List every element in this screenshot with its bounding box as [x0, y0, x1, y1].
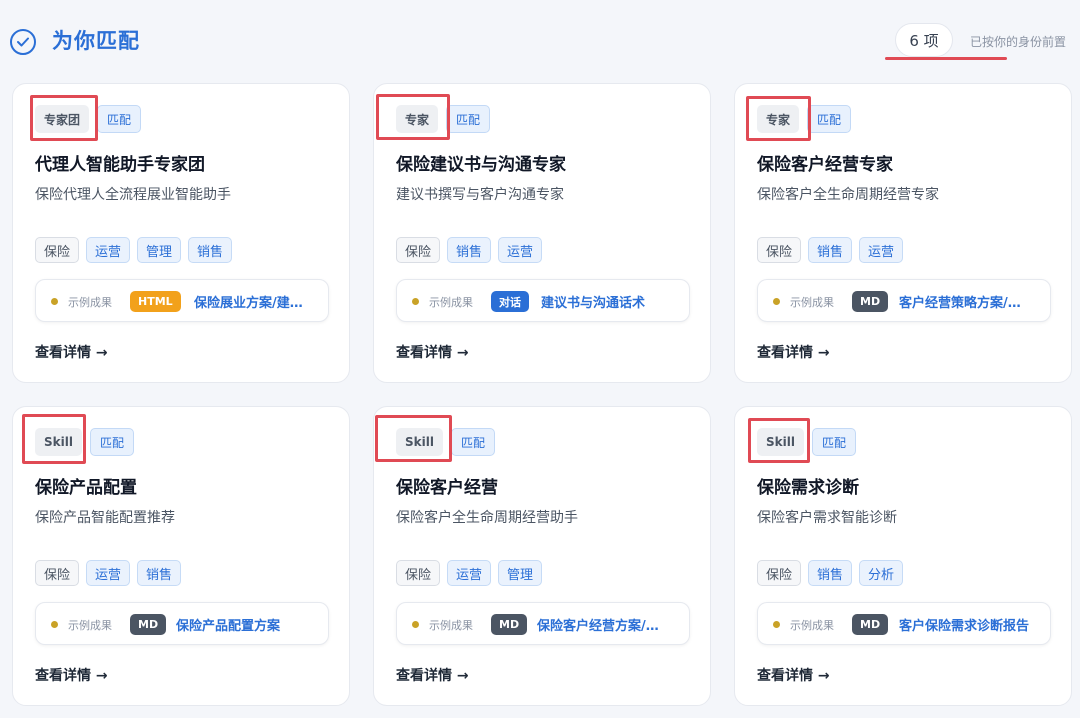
tag: 管理: [137, 237, 182, 263]
tag: 保险: [35, 237, 80, 263]
tag: 销售: [447, 237, 492, 263]
format-badge: MD: [852, 614, 889, 635]
status-dot-icon: [51, 298, 58, 305]
tag: 销售: [188, 237, 233, 263]
highlight-box: [748, 418, 810, 463]
result-count-badge: 6 项: [895, 23, 953, 57]
highlight-box: [376, 94, 450, 140]
agent-card[interactable]: Skill 匹配 保险需求诊断 保险客户需求智能诊断 保险 销售 分析 示例成果…: [734, 406, 1072, 706]
format-badge: MD: [491, 614, 528, 635]
card-title: 保险客户经营专家: [757, 155, 893, 175]
highlight-box: [746, 96, 811, 141]
example-link[interactable]: 客户经营策略方案/话术: [899, 292, 1029, 311]
highlight-box: [22, 414, 86, 464]
tag: 保险: [757, 560, 802, 586]
example-label: 示例成果: [68, 296, 112, 309]
example-output[interactable]: 示例成果 MD 保险客户经营方案/话术: [396, 602, 690, 645]
card-description: 建议书撰写与客户沟通专家: [396, 187, 564, 203]
match-badge: 匹配: [811, 428, 856, 456]
status-dot-icon: [412, 298, 419, 305]
agent-card[interactable]: 专家 匹配 保险建议书与沟通专家 建议书撰写与客户沟通专家 保险 销售 运营 示…: [373, 83, 711, 383]
format-badge: MD: [130, 614, 167, 635]
match-badge: 匹配: [446, 105, 491, 133]
example-link[interactable]: 客户保险需求诊断报告: [899, 615, 1029, 634]
view-details-link[interactable]: 查看详情 →: [396, 665, 469, 685]
status-dot-icon: [773, 298, 780, 305]
card-description: 保险代理人全流程展业智能助手: [35, 187, 231, 203]
format-badge: 对话: [491, 291, 529, 312]
tag: 保险: [35, 560, 80, 586]
card-description: 保险客户全生命周期经营助手: [396, 510, 578, 526]
view-details-link[interactable]: 查看详情 →: [757, 342, 830, 362]
tag: 销售: [808, 560, 853, 586]
format-badge: HTML: [130, 291, 181, 312]
tag: 销售: [137, 560, 182, 586]
card-description: 保险客户需求智能诊断: [757, 510, 897, 526]
example-link[interactable]: 保险客户经营方案/话术: [537, 615, 669, 634]
example-label: 示例成果: [429, 619, 473, 632]
status-dot-icon: [412, 621, 419, 628]
example-label: 示例成果: [68, 619, 112, 632]
highlight-box: [30, 95, 98, 141]
card-title: 代理人智能助手专家团: [35, 155, 205, 175]
view-details-link[interactable]: 查看详情 →: [396, 342, 469, 362]
view-details-link[interactable]: 查看详情 →: [35, 342, 108, 362]
status-dot-icon: [51, 621, 58, 628]
match-badge: 匹配: [97, 105, 142, 133]
tag: 保险: [396, 237, 441, 263]
card-title: 保险需求诊断: [757, 478, 859, 498]
example-output[interactable]: 示例成果 HTML 保险展业方案/建议书等: [35, 279, 329, 322]
agent-card[interactable]: Skill 匹配 保险客户经营 保险客户全生命周期经营助手 保险 运营 管理 示…: [373, 406, 711, 706]
match-badge: 匹配: [450, 428, 495, 456]
agent-card[interactable]: 专家团 匹配 代理人智能助手专家团 保险代理人全流程展业智能助手 保险 运营 管…: [12, 83, 350, 383]
tag: 分析: [859, 560, 904, 586]
card-description: 保险客户全生命周期经营专家: [757, 187, 939, 203]
card-description: 保险产品智能配置推荐: [35, 510, 175, 526]
tag: 运营: [86, 560, 131, 586]
sort-hint: 已按你的身份前置: [970, 35, 1067, 49]
card-title: 保险产品配置: [35, 478, 137, 498]
example-output[interactable]: 示例成果 对话 建议书与沟通话术: [396, 279, 690, 322]
example-link[interactable]: 保险产品配置方案: [176, 615, 316, 634]
example-link[interactable]: 保险展业方案/建议书等: [194, 292, 314, 311]
card-title: 保险建议书与沟通专家: [396, 155, 566, 175]
check-circle-icon: [10, 29, 36, 55]
highlight-box: [375, 415, 452, 462]
tag: 销售: [808, 237, 853, 263]
section-header: 为你匹配 6 项 已按你的身份前置: [0, 0, 1080, 80]
agent-card[interactable]: 专家 匹配 保险客户经营专家 保险客户全生命周期经营专家 保险 销售 运营 示例…: [734, 83, 1072, 383]
example-output[interactable]: 示例成果 MD 客户经营策略方案/话术: [757, 279, 1051, 322]
match-badge: 匹配: [807, 105, 852, 133]
view-details-link[interactable]: 查看详情 →: [35, 665, 108, 685]
tag: 保险: [396, 560, 441, 586]
example-link[interactable]: 建议书与沟通话术: [541, 292, 681, 311]
match-badge: 匹配: [89, 428, 134, 456]
tag: 运营: [498, 237, 543, 263]
tag: 运营: [86, 237, 131, 263]
page-title: 为你匹配: [52, 29, 140, 53]
tag: 运营: [447, 560, 492, 586]
example-label: 示例成果: [790, 296, 834, 309]
highlight-underline: [885, 57, 1007, 60]
agent-card[interactable]: Skill 匹配 保险产品配置 保险产品智能配置推荐 保险 运营 销售 示例成果…: [12, 406, 350, 706]
view-details-link[interactable]: 查看详情 →: [757, 665, 830, 685]
tag: 保险: [757, 237, 802, 263]
example-output[interactable]: 示例成果 MD 保险产品配置方案: [35, 602, 329, 645]
example-label: 示例成果: [429, 296, 473, 309]
tag: 运营: [859, 237, 904, 263]
status-dot-icon: [773, 621, 780, 628]
example-label: 示例成果: [790, 619, 834, 632]
card-title: 保险客户经营: [396, 478, 498, 498]
tag: 管理: [498, 560, 543, 586]
format-badge: MD: [852, 291, 889, 312]
example-output[interactable]: 示例成果 MD 客户保险需求诊断报告: [757, 602, 1051, 645]
